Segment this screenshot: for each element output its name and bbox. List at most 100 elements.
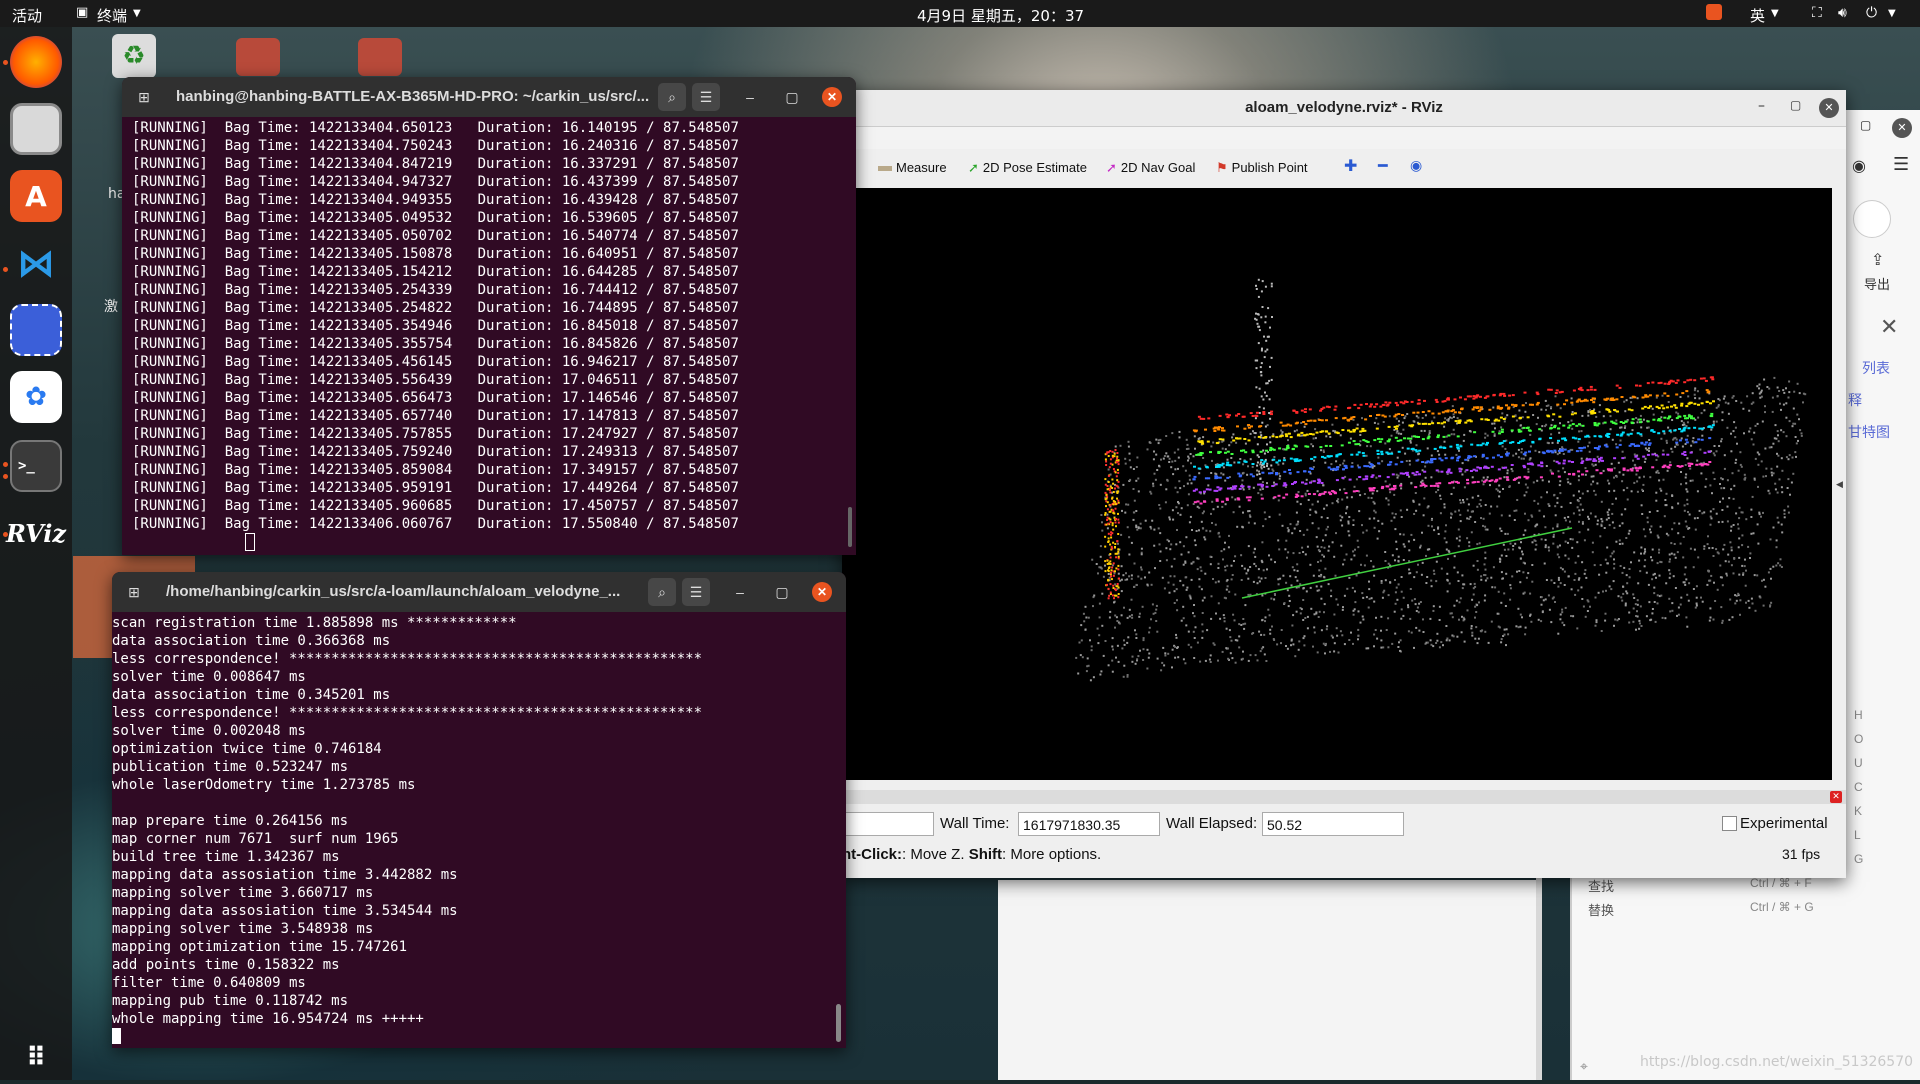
menu-item-gantt[interactable]: 甘特图: [1848, 422, 1890, 442]
new-tab-icon[interactable]: ⊞: [130, 83, 158, 111]
minimize-icon[interactable]: –: [736, 83, 764, 111]
scroll-arrow-icon[interactable]: ◀: [1836, 480, 1843, 490]
terminal-line: build tree time 1.342367 ms: [112, 849, 340, 865]
camera-view-icon[interactable]: ◉: [1410, 157, 1422, 174]
software-center-icon[interactable]: A: [10, 170, 62, 222]
wall-elapsed-label: Wall Elapsed:: [1166, 815, 1258, 832]
desktop-icon-label: 激: [104, 299, 118, 315]
input-method[interactable]: 英: [1750, 5, 1765, 26]
remove-tool-icon[interactable]: ━: [1378, 156, 1388, 176]
folder-desktop-icon[interactable]: [358, 38, 402, 76]
hint-text-1: : Move Z.: [902, 846, 969, 863]
close-icon[interactable]: ✕: [1880, 314, 1898, 340]
add-tool-icon[interactable]: ✚: [1344, 156, 1357, 176]
maximize-icon[interactable]: ▢: [778, 83, 806, 111]
volume-icon[interactable]: 🔊︎: [1838, 5, 1847, 21]
map-pin-icon: ⚑: [1216, 160, 1228, 175]
divider: [1570, 870, 1572, 1080]
pose-estimate-tool[interactable]: ➚ 2D Pose Estimate: [968, 160, 1087, 176]
terminal-line: [RUNNING] Bag Time: 1422133405.154212 Du…: [132, 264, 739, 280]
experimental-checkbox[interactable]: [1722, 816, 1737, 831]
rviz-titlebar[interactable]: aloam_velodyne.rviz* - RViz – ▢ ✕: [842, 90, 1846, 127]
measure-tool[interactable]: Measure: [878, 160, 947, 175]
export-icon[interactable]: ⇪: [1871, 250, 1884, 270]
folder-desktop-icon[interactable]: [236, 38, 280, 76]
close-icon[interactable]: ✕: [812, 582, 832, 602]
search-icon[interactable]: ⌕: [658, 83, 686, 111]
3d-viewport[interactable]: [842, 188, 1832, 780]
scrollbar[interactable]: [836, 1004, 841, 1042]
terminal-output[interactable]: [RUNNING] Bag Time: 1422133404.650123 Du…: [122, 117, 856, 533]
hamburger-menu-icon[interactable]: ☰: [1893, 154, 1909, 175]
wall-elapsed-field[interactable]: 50.52: [1262, 812, 1404, 836]
time-panel-close-icon[interactable]: ✕: [1830, 791, 1842, 803]
window-border: [1536, 878, 1542, 1080]
export-label[interactable]: 导出: [1864, 274, 1890, 293]
show-apps-icon[interactable]: ⠿: [10, 1032, 62, 1084]
point-cloud-points: [1075, 278, 1807, 682]
minimize-icon[interactable]: –: [726, 578, 754, 606]
terminal-title: /home/hanbing/carkin_us/src/a-loam/launc…: [166, 583, 621, 600]
terminal-line: [RUNNING] Bag Time: 1422133405.456145 Du…: [132, 354, 739, 370]
close-icon[interactable]: ✕: [1819, 98, 1839, 118]
wall-time-field[interactable]: 1617971830.35: [1018, 812, 1160, 836]
find-label[interactable]: 查找: [1588, 876, 1614, 895]
activities-button[interactable]: 活动: [12, 5, 42, 26]
menu-item-annotate[interactable]: 释: [1848, 390, 1862, 410]
menu-item-list[interactable]: 列表: [1862, 358, 1890, 378]
account-icon[interactable]: ◉: [1852, 156, 1866, 175]
nav-goal-tool[interactable]: ➚ 2D Nav Goal: [1106, 160, 1195, 176]
maximize-icon[interactable]: ▢: [1790, 98, 1801, 112]
avatar[interactable]: [1853, 200, 1891, 238]
window-maximize-button[interactable]: ▢: [1860, 118, 1871, 132]
terminal-line: add points time 0.158322 ms: [112, 957, 340, 973]
window-close-button[interactable]: ✕: [1892, 118, 1912, 138]
replace-label[interactable]: 替换: [1588, 900, 1614, 919]
clock[interactable]: 4月9日 星期五，20：37: [917, 5, 1084, 26]
network-icon[interactable]: ⛶: [1812, 5, 1822, 21]
new-tab-icon[interactable]: ⊞: [120, 578, 148, 606]
hamburger-menu-icon[interactable]: ☰: [692, 83, 720, 111]
screenshot-icon[interactable]: [10, 304, 62, 356]
find-shortcut: Ctrl / ⌘ + F: [1750, 876, 1812, 890]
terminal-line: [RUNNING] Bag Time: 1422133406.060767 Du…: [132, 516, 739, 532]
terminal-line: [RUNNING] Bag Time: 1422133405.050702 Du…: [132, 228, 739, 244]
publish-point-tool[interactable]: ⚑ Publish Point: [1216, 160, 1308, 176]
terminal-window-aloam-launch[interactable]: ⊞ /home/hanbing/carkin_us/src/a-loam/lau…: [112, 572, 846, 1048]
chevron-down-icon: ▼: [1771, 8, 1779, 19]
scrollbar[interactable]: [848, 507, 852, 547]
terminal-line: filter time 0.640809 ms: [112, 975, 306, 991]
terminal-titlebar[interactable]: ⊞ hanbing@hanbing-BATTLE-AX-B365M-HD-PRO…: [122, 77, 856, 117]
firefox-icon[interactable]: [10, 36, 62, 88]
location-icon[interactable]: ⌖: [1580, 1058, 1588, 1075]
close-icon[interactable]: ✕: [822, 87, 842, 107]
running-indicator: [3, 462, 8, 467]
trash-desktop-icon[interactable]: ♻: [112, 34, 156, 78]
shortcut-key: G: [1854, 852, 1864, 866]
files-icon[interactable]: [10, 103, 62, 155]
terminal-icon[interactable]: >_: [10, 440, 62, 492]
baidu-netdisk-icon[interactable]: ✿: [10, 371, 62, 423]
hamburger-menu-icon[interactable]: ☰: [682, 578, 710, 606]
search-icon[interactable]: ⌕: [648, 578, 676, 606]
terminal-window-bag-play[interactable]: ⊞ hanbing@hanbing-BATTLE-AX-B365M-HD-PRO…: [122, 77, 856, 555]
terminal-line: scan registration time 1.885898 ms *****…: [112, 615, 517, 631]
notification-icon[interactable]: [1706, 4, 1722, 20]
terminal-line: [RUNNING] Bag Time: 1422133405.656473 Du…: [132, 390, 739, 406]
vscode-icon[interactable]: ⋈: [10, 237, 62, 289]
point-cloud: [1075, 278, 1807, 682]
rviz-window: aloam_velodyne.rviz* - RViz – ▢ ✕ Measur…: [842, 90, 1846, 878]
minimize-icon[interactable]: –: [1758, 98, 1765, 114]
app-menu[interactable]: 终端: [97, 5, 127, 26]
shortcut-key: O: [1854, 732, 1864, 746]
ros-time-field[interactable]: [842, 812, 934, 836]
terminal-line: solver time 0.002048 ms: [112, 723, 306, 739]
power-icon[interactable]: ⏻: [1866, 5, 1877, 21]
terminal-titlebar[interactable]: ⊞ /home/hanbing/carkin_us/src/a-loam/lau…: [112, 572, 846, 612]
rviz-icon[interactable]: RViz: [6, 507, 66, 559]
terminal-line: [RUNNING] Bag Time: 1422133405.960685 Du…: [132, 498, 739, 514]
maximize-icon[interactable]: ▢: [768, 578, 796, 606]
terminal-output[interactable]: scan registration time 1.885898 ms *****…: [112, 612, 846, 1028]
terminal-line: [RUNNING] Bag Time: 1422133405.657740 Du…: [132, 408, 739, 424]
dock: A ⋈ ✿ >_ RViz ⠿: [0, 27, 72, 1080]
